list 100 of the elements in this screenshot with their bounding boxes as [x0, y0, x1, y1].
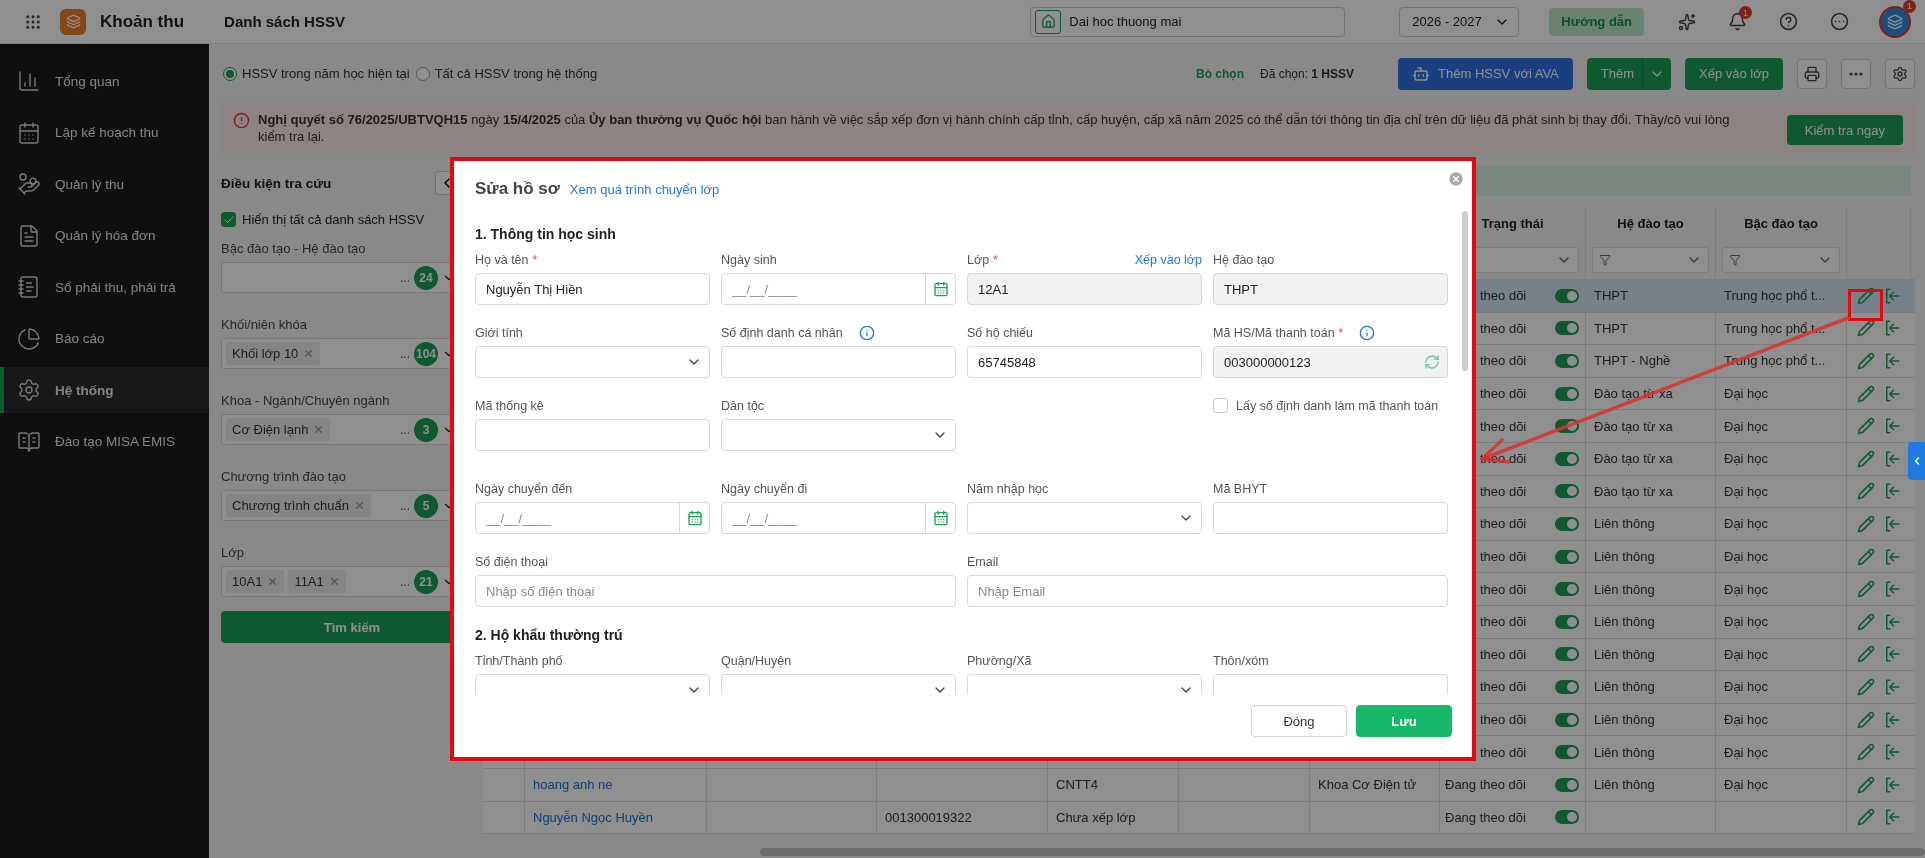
required-mark: * — [993, 252, 998, 267]
table-cell: Đại học — [1724, 451, 1769, 467]
year-select[interactable]: 2026 - 2027 — [1399, 6, 1520, 37]
status-text: theo dõi — [1480, 483, 1527, 499]
dialog-title: Sửa hồ sơ — [475, 179, 560, 199]
status-text: theo dõi — [1480, 614, 1527, 630]
count-badge: 21 — [414, 569, 438, 594]
radio-option[interactable]: HSSV trong năm học hiện tại — [223, 66, 410, 81]
table-cell: Liên thông — [1594, 679, 1655, 695]
table-cell: Liên thông — [1594, 581, 1655, 597]
sidebar-item[interactable]: Tổng quan — [0, 58, 209, 104]
table-cell: Đại học — [1724, 679, 1769, 695]
add-button[interactable]: Thêm — [1586, 57, 1672, 90]
field-label: Ngày chuyển đến — [475, 481, 573, 496]
table-cell: 001300019322 — [885, 809, 972, 825]
add-with-ava-button[interactable]: Thêm HSSV với AVA — [1398, 57, 1573, 90]
school-select[interactable]: Dai hoc thuong mai — [1030, 6, 1346, 37]
column-header: Hệ đào tạo — [1616, 216, 1685, 231]
table-cell: Đại học — [1724, 581, 1769, 597]
count-badge: 104 — [414, 341, 438, 366]
table-row[interactable]: Nguyễn Ngọc Huyền 001300019322 Chưa xếp lớp Đang theo dõi — [483, 801, 1915, 835]
field-label: Mã HS/Mã thanh toán — [1213, 325, 1335, 340]
assign-class-link[interactable]: Xếp vào lớp — [1134, 252, 1202, 267]
table-cell: Liên thông — [1594, 712, 1655, 727]
more-text: ... — [400, 346, 410, 361]
assign-class-button[interactable]: Xếp vào lớp — [1685, 57, 1783, 90]
section-title: 1. Thông tin học sinh — [475, 226, 617, 244]
table-cell: Khoa Cơ Điện tử — [1318, 777, 1417, 793]
field-label: Số định danh cá nhân — [721, 325, 843, 340]
status-text: theo dõi — [1480, 451, 1527, 467]
table-cell: Đại học — [1724, 418, 1769, 434]
show-all-checkbox-label[interactable]: Hiển thị tất cả danh sách HSSV — [221, 212, 483, 227]
filter-label: Chương trình đào tạo — [221, 469, 347, 484]
table-row[interactable]: hoang anh ne CNTT4 Khoa Cơ Điện tử Đang theo dõi Liên thông Đại học — [483, 768, 1915, 802]
table-cell: Đào tạo từ xa — [1594, 418, 1673, 434]
sidebar-item[interactable]: Sổ phải thu, phải trả — [0, 264, 209, 310]
status-text: theo dõi — [1480, 549, 1527, 565]
status-text: theo dõi — [1480, 386, 1527, 402]
table-cell: Đào tạo từ xa — [1594, 483, 1673, 499]
student-name-link[interactable]: Nguyễn Ngọc Huyền — [533, 809, 653, 825]
save-button[interactable]: Lưu — [1356, 705, 1452, 737]
status-text: theo dõi — [1480, 320, 1527, 336]
field-label: Số điện thoại — [475, 554, 548, 569]
checkbox-label[interactable]: Lấy số định danh làm mã thanh toán — [1213, 398, 1448, 413]
status-text: theo dõi — [1480, 646, 1527, 662]
history-link[interactable]: Xem quá trình chuyển lớp — [569, 182, 720, 197]
filter-label: Bậc đào tạo - Hệ đào tạo — [221, 241, 367, 256]
sidebar-item[interactable]: Lập kế hoạch thu — [0, 109, 209, 156]
input-field[interactable]: Nguyễn Thị Hiền — [475, 273, 710, 305]
close-button[interactable]: Đóng — [1251, 705, 1347, 737]
field-label: Mã BHYT — [1213, 481, 1268, 496]
date-field[interactable]: __/__/____ — [721, 273, 956, 305]
count-badge: 5 — [414, 493, 438, 518]
input-field[interactable]: 12A1 — [967, 273, 1202, 305]
clear-selection-link[interactable]: Bỏ chọn — [1196, 66, 1244, 81]
count-badge: 24 — [414, 265, 438, 290]
more-text: ... — [400, 422, 410, 437]
table-cell: Đào tạo từ xa — [1594, 386, 1673, 402]
field-label: Tỉnh/Thành phố — [475, 653, 563, 668]
filter-label: Lớp — [221, 545, 245, 560]
input-field[interactable]: Nhập số điện thoại — [475, 575, 956, 607]
table-cell: THPT - Nghề — [1594, 353, 1671, 369]
column-header: Bậc đào tạo — [1743, 216, 1819, 231]
more-text: ... — [400, 498, 410, 513]
sidebar-item[interactable]: Quản lý thu — [0, 161, 209, 207]
sidebar-item[interactable]: Hệ thống — [0, 367, 209, 413]
table-cell: Liên thông — [1594, 614, 1655, 630]
input-field[interactable]: THPT — [1213, 273, 1448, 305]
date-field[interactable]: __/__/____ — [475, 502, 710, 534]
student-name-link[interactable]: hoang anh ne — [533, 777, 613, 793]
field-label: Ngày sinh — [721, 252, 777, 267]
table-cell: CNTT4 — [1056, 777, 1098, 793]
date-field[interactable]: __/__/____ — [721, 502, 956, 534]
field-label: Họ và tên — [475, 252, 529, 267]
guide-button[interactable]: Hướng dẫn — [1549, 7, 1644, 36]
status-text: Đang theo dõi — [1445, 777, 1526, 793]
sidebar-item[interactable]: Quản lý hóa đơn — [0, 212, 209, 259]
column-header: Trạng thái — [1480, 216, 1545, 231]
input-field[interactable]: Nhập Email — [967, 575, 1448, 607]
status-text: theo dõi — [1480, 288, 1527, 304]
field-label: Dân tộc — [721, 398, 765, 413]
table-cell: Liên thông — [1594, 549, 1655, 565]
status-text: theo dõi — [1480, 516, 1527, 532]
input-field[interactable]: 65745848 — [967, 346, 1202, 378]
status-text: theo dõi — [1480, 353, 1527, 369]
field-label: Giới tính — [475, 325, 523, 340]
field-label: Email — [967, 554, 999, 569]
table-cell: Trung học phổ t... — [1724, 320, 1826, 336]
table-cell: THPT — [1594, 288, 1628, 304]
table-cell: Trung học phổ t... — [1724, 288, 1826, 304]
filter-label: Khối/niên khóa — [221, 317, 308, 332]
table-cell: Chưa xếp lớp — [1056, 809, 1136, 825]
input-field[interactable]: 003000000123 — [1213, 346, 1448, 378]
check-now-button[interactable]: Kiểm tra ngay — [1786, 115, 1903, 145]
radio-option[interactable]: Tất cả HSSV trong hệ thống — [415, 66, 598, 81]
field-label: Hệ đào tạo — [1213, 252, 1275, 267]
field-label: Phường/Xã — [967, 653, 1032, 668]
notification-badge: 1 — [1739, 6, 1752, 19]
sidebar-item[interactable]: Báo cáo — [0, 315, 209, 362]
sidebar-item[interactable]: Đào tạo MISA EMIS — [0, 418, 209, 465]
